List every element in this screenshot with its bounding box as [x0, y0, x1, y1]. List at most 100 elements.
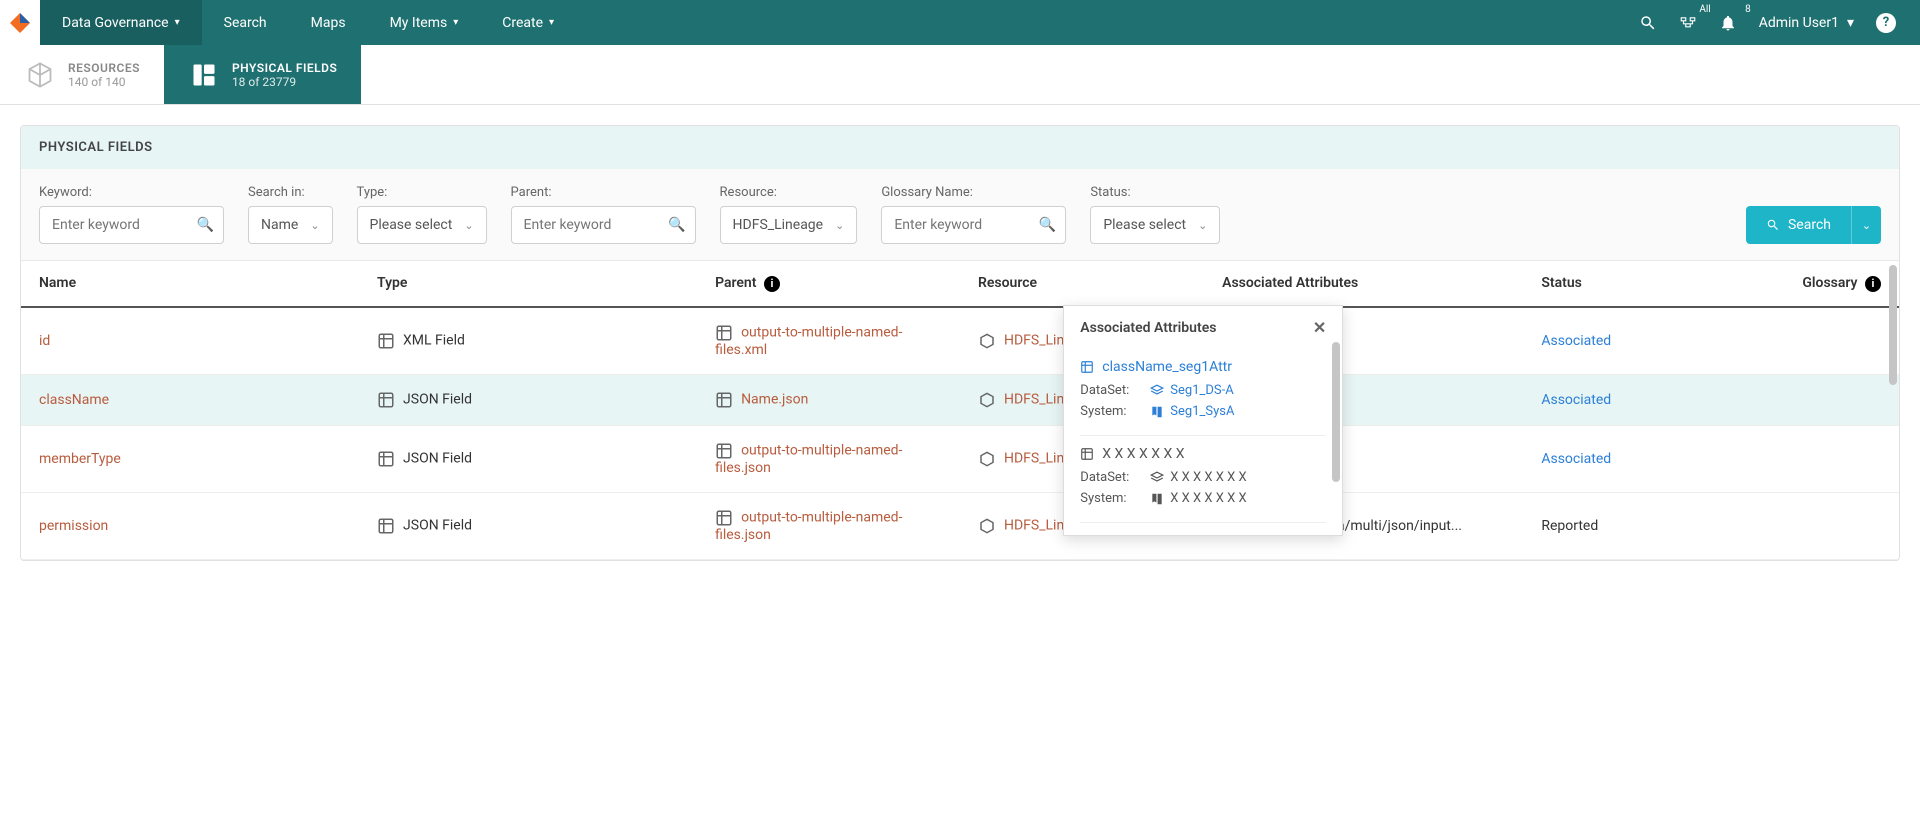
- system-value: X X X X X X X: [1150, 491, 1246, 506]
- field-type: JSON Field: [403, 450, 472, 466]
- table-row[interactable]: classNameJSON FieldName.jsonHDFS_Lineage…: [21, 374, 1899, 425]
- cube-icon: [24, 59, 56, 91]
- status-text: Reported: [1541, 518, 1598, 534]
- close-icon[interactable]: ✕: [1313, 318, 1326, 337]
- searchin-label: Search in:: [248, 185, 333, 200]
- cube-icon: [978, 517, 996, 535]
- info-icon[interactable]: i: [1865, 276, 1881, 292]
- panel-title: PHYSICAL FIELDS: [21, 126, 1899, 169]
- resource-select[interactable]: HDFS_Lineage⌄: [720, 206, 858, 244]
- filter-bar: Keyword: 🔍 Search in: Name⌄ Type: Please…: [21, 169, 1899, 261]
- book-icon: [1150, 492, 1164, 506]
- field-name-link[interactable]: permission: [39, 518, 108, 534]
- status-select[interactable]: Please select⌄: [1090, 206, 1220, 244]
- parent-link[interactable]: Name.json: [741, 391, 808, 407]
- keyword-input[interactable]: [39, 206, 224, 244]
- table-row[interactable]: id XML Field output-to-multiple-named-file…: [21, 307, 1899, 375]
- dataset-value[interactable]: Seg1_DS-A: [1150, 383, 1233, 398]
- status-link[interactable]: Associated: [1541, 392, 1611, 408]
- table-icon: [715, 324, 733, 342]
- tab-resources-count: 140 of 140: [68, 75, 140, 89]
- chevron-down-icon: ▾: [1847, 15, 1854, 31]
- nav-my-items[interactable]: My Items▾: [368, 0, 481, 45]
- book-icon: [1150, 405, 1164, 419]
- col-type[interactable]: Type: [359, 261, 697, 307]
- chevron-down-icon: ▾: [549, 17, 554, 28]
- info-icon[interactable]: i: [764, 276, 780, 292]
- field-type: JSON Field: [403, 391, 472, 407]
- notification-count: 8: [1745, 4, 1751, 15]
- col-status[interactable]: Status: [1523, 261, 1711, 307]
- table-icon: [1080, 360, 1094, 374]
- user-menu[interactable]: Admin User1 ▾: [1759, 15, 1854, 31]
- search-icon[interactable]: [1639, 14, 1657, 32]
- popover-title: Associated Attributes: [1080, 320, 1216, 336]
- parent-link[interactable]: output-to-multiple-named-files.json: [715, 509, 902, 542]
- col-glossary[interactable]: Glossary i: [1711, 261, 1899, 307]
- app-logo[interactable]: [0, 0, 40, 45]
- tab-physical-fields[interactable]: PHYSICAL FIELDS 18 of 23779: [164, 45, 361, 104]
- lineage-badge: All: [1699, 4, 1710, 15]
- topbar: Data Governance▾SearchMapsMy Items▾Creat…: [0, 0, 1920, 45]
- status-link[interactable]: Associated: [1541, 333, 1611, 349]
- bell-icon[interactable]: 8: [1719, 14, 1737, 32]
- system-value[interactable]: Seg1_SysA: [1150, 404, 1234, 419]
- type-label: Type:: [357, 185, 487, 200]
- keyword-label: Keyword:: [39, 185, 224, 200]
- field-name-link[interactable]: memberType: [39, 451, 121, 467]
- parent-link[interactable]: output-to-multiple-named-files.json: [715, 442, 902, 475]
- assoc-item: X X X X X X X DataSet: X X X X X X X System…: [1080, 436, 1326, 523]
- table-icon: [377, 332, 395, 350]
- grid-icon: [188, 59, 220, 91]
- tab-resources[interactable]: RESOURCES 140 of 140: [0, 45, 164, 104]
- type-select[interactable]: Please select ⌄: [357, 206, 487, 244]
- layers-icon: [1150, 471, 1164, 485]
- chevron-down-icon: ▾: [453, 17, 458, 28]
- dataset-value: X X X X X X X: [1150, 470, 1246, 485]
- field-type: XML Field: [403, 332, 465, 348]
- cube-icon: [978, 391, 996, 409]
- assoc-name[interactable]: className_seg1Attr: [1080, 359, 1326, 375]
- status-link[interactable]: Associated: [1541, 451, 1611, 467]
- system-label: System:: [1080, 404, 1140, 419]
- resource-value: HDFS_Lineage: [733, 217, 824, 233]
- glossary-input[interactable]: [881, 206, 1066, 244]
- nav-maps[interactable]: Maps: [289, 0, 368, 45]
- table-row[interactable]: memberType JSON Field output-to-multiple-n…: [21, 425, 1899, 492]
- tab-physical-count: 18 of 23779: [232, 75, 337, 89]
- popover-scrollbar[interactable]: [1332, 342, 1340, 482]
- nav-search[interactable]: Search: [202, 0, 289, 45]
- field-name-link[interactable]: id: [39, 333, 50, 349]
- chevron-down-icon: ⌄: [464, 219, 473, 232]
- field-name-link[interactable]: className: [39, 392, 109, 408]
- col-resource[interactable]: Resource: [960, 261, 1204, 307]
- search-button-dropdown[interactable]: ⌄: [1851, 206, 1881, 244]
- glossary-label: Glossary Name:: [881, 185, 1066, 200]
- search-button[interactable]: Search: [1746, 206, 1851, 244]
- searchin-select[interactable]: Name⌄: [248, 206, 333, 244]
- col-parent[interactable]: Parent i: [697, 261, 960, 307]
- col-assoc[interactable]: Associated Attributes: [1204, 261, 1523, 307]
- system-label: System:: [1080, 491, 1140, 506]
- help-icon[interactable]: ?: [1876, 13, 1896, 33]
- chevron-down-icon: ⌄: [310, 219, 319, 232]
- chevron-down-icon: ▾: [175, 17, 180, 28]
- col-name[interactable]: Name: [21, 261, 359, 307]
- nav-data-governance[interactable]: Data Governance▾: [40, 0, 202, 45]
- context-tabs: RESOURCES 140 of 140 PHYSICAL FIELDS 18 …: [0, 45, 1920, 105]
- parent-link[interactable]: output-to-multiple-named-files.xml: [715, 324, 902, 357]
- dataset-label: DataSet:: [1080, 470, 1140, 485]
- nav-create[interactable]: Create▾: [480, 0, 576, 45]
- type-value: Please select: [370, 217, 453, 233]
- table-scrollbar[interactable]: [1889, 265, 1897, 385]
- cube-icon: [978, 450, 996, 468]
- status-label: Status:: [1090, 185, 1220, 200]
- primary-nav: Data Governance▾SearchMapsMy Items▾Creat…: [40, 0, 576, 45]
- cube-icon: [978, 332, 996, 350]
- layers-icon: [1150, 384, 1164, 398]
- resource-label: Resource:: [720, 185, 858, 200]
- lineage-icon[interactable]: All: [1679, 14, 1697, 32]
- search-button-label: Search: [1788, 217, 1831, 233]
- table-row[interactable]: permissionJSON Fieldoutput-to-multiple-n…: [21, 492, 1899, 559]
- parent-input[interactable]: [511, 206, 696, 244]
